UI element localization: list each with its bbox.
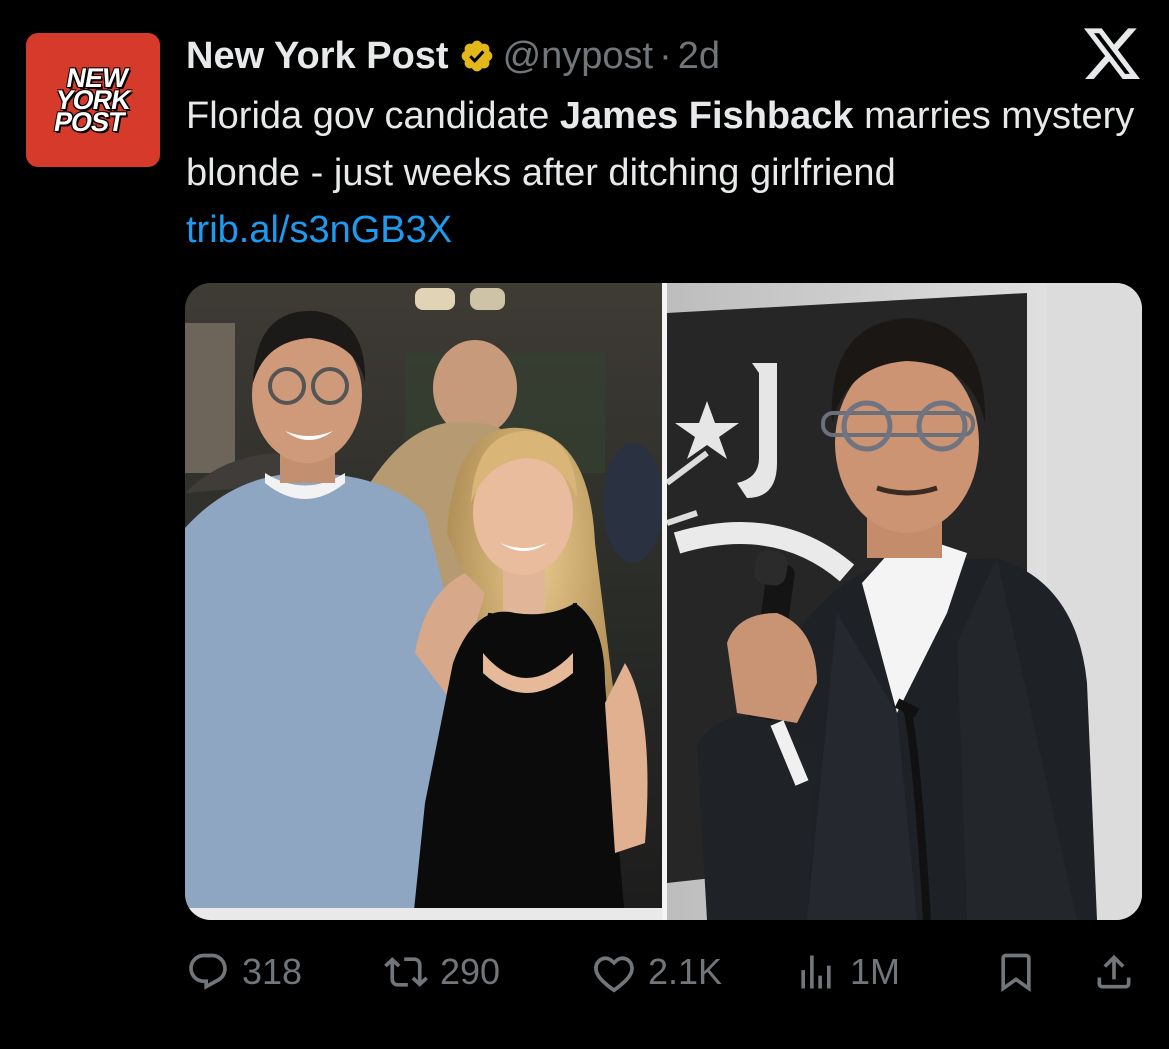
bold-name: James Fishback <box>559 95 854 137</box>
share-icon <box>1097 954 1131 989</box>
tweet-header: New York Post @nypost · 2d <box>186 30 720 82</box>
photo-speaker-image <box>667 283 1142 920</box>
handle[interactable]: @nypost <box>503 35 654 78</box>
views-button[interactable]: 1M <box>794 940 900 1004</box>
verified-badge-icon[interactable] <box>459 38 495 74</box>
x-logo-icon[interactable] <box>1084 28 1140 80</box>
photo-couple[interactable] <box>185 283 662 920</box>
reply-icon <box>189 953 227 990</box>
text-before: Florida gov candidate <box>186 95 560 137</box>
like-button[interactable]: 2.1K <box>592 940 722 1004</box>
repost-count: 290 <box>440 951 501 992</box>
bookmark-button[interactable] <box>994 940 1038 1004</box>
media-container[interactable] <box>185 283 1142 920</box>
like-count: 2.1K <box>648 951 723 992</box>
display-name[interactable]: New York Post <box>186 35 449 78</box>
avatar-line-3: POST <box>51 107 127 137</box>
heart-icon <box>594 956 634 993</box>
repost-icon <box>384 957 428 987</box>
avatar[interactable]: NEW YORK POST <box>26 33 160 167</box>
nypost-logo: NEW YORK POST <box>50 63 136 137</box>
tweet-text: Florida gov candidate James Fishback mar… <box>186 88 1136 259</box>
tweet[interactable]: NEW YORK POST New York Post @nypost · 2d… <box>0 0 1169 1049</box>
bookmark-icon <box>1001 953 1031 993</box>
tweet-link[interactable]: trib.al/s3nGB3X <box>186 209 452 251</box>
timestamp[interactable]: 2d <box>678 35 720 78</box>
views-count: 1M <box>850 951 901 992</box>
separator-dot: · <box>659 34 672 77</box>
photo-couple-image <box>185 283 662 920</box>
reply-button[interactable]: 318 <box>186 940 302 1004</box>
views-icon <box>801 955 831 989</box>
reply-count: 318 <box>242 951 303 992</box>
share-button[interactable] <box>1092 940 1136 1004</box>
photo-speaker-microphone[interactable] <box>667 283 1142 920</box>
repost-button[interactable]: 290 <box>384 940 500 1004</box>
action-bar: 318 290 2.1K 1M <box>186 940 1141 1004</box>
